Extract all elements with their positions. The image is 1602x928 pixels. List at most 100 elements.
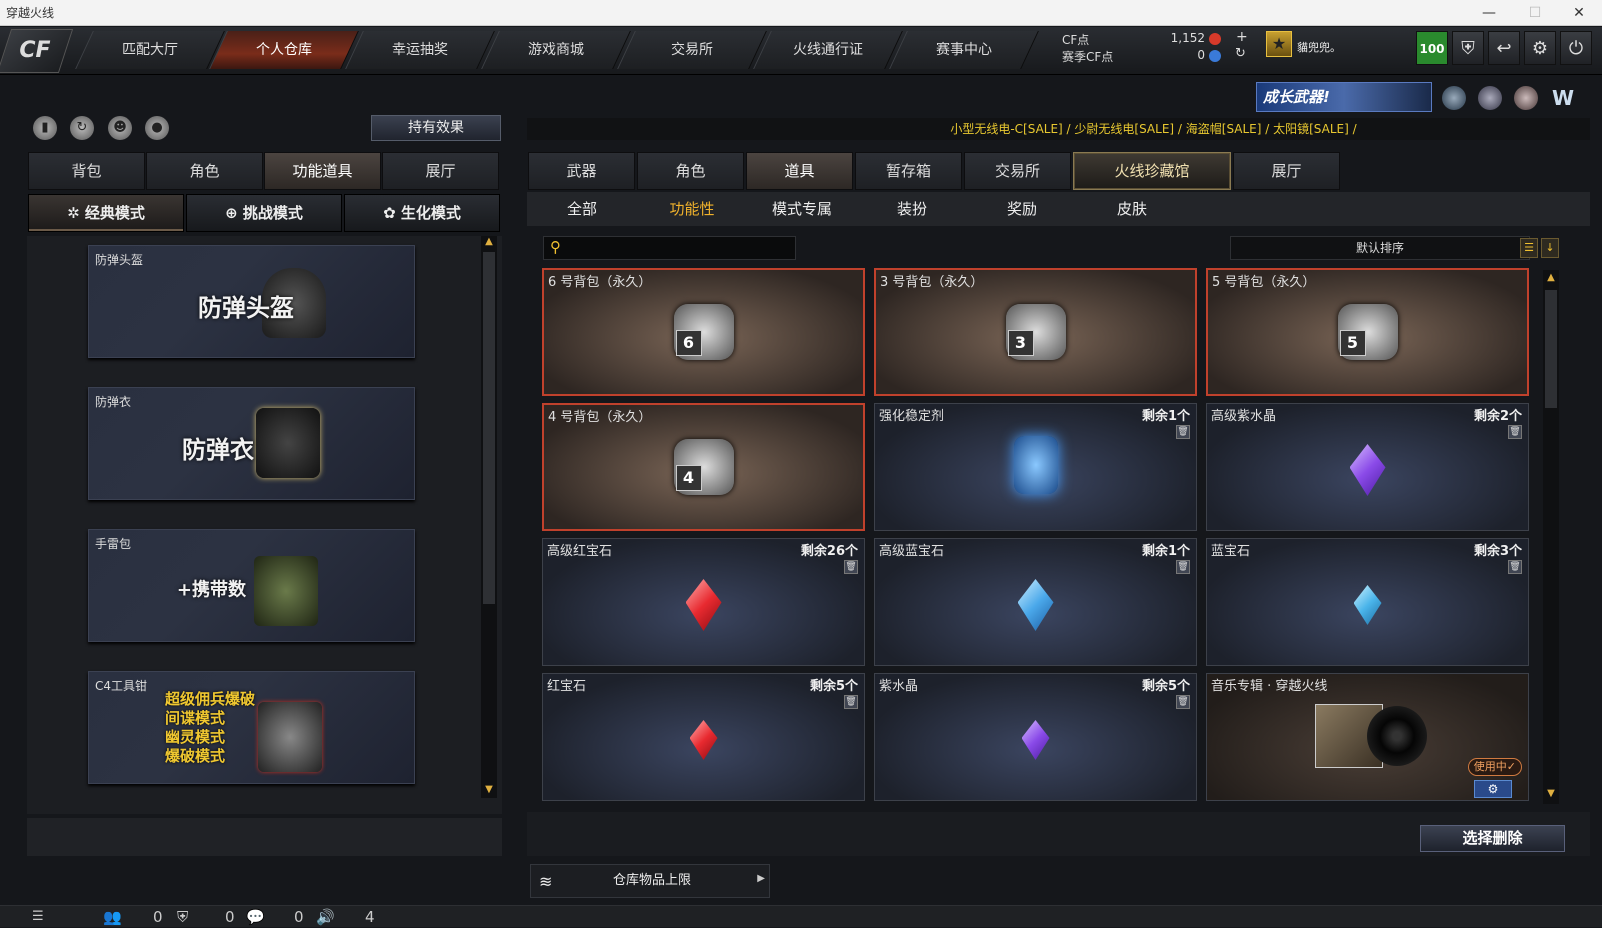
left-tab-showroom[interactable]: 展厅	[382, 152, 499, 190]
left-scrollbar[interactable]: ▲ ▼	[481, 236, 497, 798]
mode-tab-challenge[interactable]: ⊕ 挑战模式	[186, 194, 342, 232]
item-card-adv-ruby[interactable]: 高级红宝石 剩余26个 🗑	[542, 538, 865, 666]
mode-tab-classic[interactable]: ✲ 经典模式	[28, 194, 184, 232]
item-card-bag-4[interactable]: 4 号背包（永久） 4	[542, 403, 865, 531]
slot-card-c4-pliers[interactable]: C4工具钳 超级佣兵爆破 间谍模式 幽灵模式 爆破模式	[88, 671, 415, 784]
gear-icon[interactable]: ⚙	[1524, 31, 1556, 65]
cf-logo[interactable]: CF	[0, 29, 74, 73]
item-card-bag-6[interactable]: 6 号背包（永久） 6	[542, 268, 865, 396]
close-button[interactable]: ✕	[1556, 0, 1602, 26]
trash-icon[interactable]: 🗑	[844, 560, 858, 574]
item-card-sapphire[interactable]: 蓝宝石 剩余3个 🗑	[1206, 538, 1529, 666]
trash-icon[interactable]: 🗑	[1176, 425, 1190, 439]
promo-banner[interactable]: 成长武器!	[1256, 82, 1432, 112]
warehouse-capacity-bar[interactable]: ≋ 仓库物品上限 ▶	[530, 864, 770, 898]
emblem-icon[interactable]	[1442, 86, 1466, 110]
globe-icon[interactable]	[1478, 86, 1502, 110]
nav-tab-game-store[interactable]: 游戏商城	[481, 31, 631, 69]
item-card-ruby[interactable]: 红宝石 剩余5个 🗑	[542, 673, 865, 801]
scroll-up-arrow-icon[interactable]: ▲	[483, 236, 495, 248]
speaker-icon[interactable]: 🔊	[316, 906, 335, 928]
minimize-button[interactable]: —	[1466, 0, 1512, 26]
nav-tab-events[interactable]: 赛事中心	[889, 31, 1039, 69]
select-delete-button[interactable]: 选择删除	[1420, 825, 1565, 852]
subtab-all[interactable]: 全部	[527, 192, 637, 226]
sale-announcement[interactable]: 小型无线电-C[SALE] / 少尉无线电[SALE] / 海盗帽[SALE] …	[527, 118, 1590, 140]
item-card-amethyst[interactable]: 紫水晶 剩余5个 🗑	[874, 673, 1197, 801]
sort-direction-icon[interactable]: ↓	[1541, 238, 1559, 258]
menu-list-icon[interactable]: ☰	[32, 906, 44, 928]
expand-arrow-icon[interactable]: ▶	[757, 873, 765, 884]
scroll-down-arrow-icon[interactable]: ▼	[483, 784, 495, 796]
item-card-bag-5[interactable]: 5 号背包（永久） 5	[1206, 268, 1529, 396]
right-tab-storage[interactable]: 暂存箱	[855, 152, 962, 190]
nav-tab-battle-pass[interactable]: 火线通行证	[753, 31, 903, 69]
right-tab-items[interactable]: 道具	[746, 152, 853, 190]
sort-dropdown[interactable]: 默认排序	[1230, 236, 1530, 260]
subtab-skin[interactable]: 皮肤	[1077, 192, 1187, 226]
subtab-outfit[interactable]: 装扮	[857, 192, 967, 226]
scroll-down-arrow-icon[interactable]: ▼	[1545, 788, 1557, 800]
clan-shield-icon[interactable]: ⛨	[177, 906, 188, 928]
slot-art-text: 防弹头盔	[198, 293, 294, 322]
add-points-icon[interactable]: +	[1236, 29, 1248, 45]
item-card-stabilizer[interactable]: 强化稳定剂 剩余1个 🗑	[874, 403, 1197, 531]
level-badge[interactable]: 100	[1416, 31, 1448, 65]
shield-icon[interactable]: ⛨	[1452, 31, 1484, 65]
left-tab-backpack[interactable]: 背包	[28, 152, 145, 190]
maximize-button[interactable]: ☐	[1512, 0, 1558, 26]
right-tab-weapons[interactable]: 武器	[528, 152, 635, 190]
item-card-adv-sapphire[interactable]: 高级蓝宝石 剩余1个 🗑	[874, 538, 1197, 666]
return-icon[interactable]: ↩	[1488, 31, 1520, 65]
item-card-adv-amethyst[interactable]: 高级紫水晶 剩余2个 🗑	[1206, 403, 1529, 531]
subtab-reward[interactable]: 奖励	[967, 192, 1077, 226]
grenade-icon[interactable]: ●	[145, 116, 169, 140]
mode-tab-zombie[interactable]: ✿ 生化模式	[344, 194, 500, 232]
hold-effect-button[interactable]: 持有效果	[371, 115, 501, 141]
scroll-thumb[interactable]	[483, 252, 495, 604]
subtab-functional[interactable]: 功能性	[637, 192, 747, 226]
slot-card-armor[interactable]: 防弹衣 防弹衣	[88, 387, 415, 500]
stats-icon[interactable]: ▮	[33, 116, 57, 140]
search-box[interactable]: ⚲	[543, 236, 796, 260]
badge-icon[interactable]	[1514, 86, 1538, 110]
refresh-icon[interactable]: ↻	[1235, 46, 1246, 61]
right-tab-exchange[interactable]: 交易所	[964, 152, 1071, 190]
history-icon[interactable]: ↻	[70, 116, 94, 140]
item-count: 剩余1个	[1141, 544, 1190, 559]
friends-icon[interactable]: 👥	[103, 906, 122, 928]
right-tab-characters[interactable]: 角色	[637, 152, 744, 190]
search-input[interactable]	[570, 239, 790, 257]
user-name[interactable]: 貓兜兜。	[1297, 39, 1341, 55]
power-icon[interactable]: ⏻	[1560, 31, 1592, 65]
list-view-icon[interactable]: ☰	[1520, 238, 1538, 258]
settings-gear-icon[interactable]: ⚙	[1474, 780, 1512, 798]
trash-icon[interactable]: 🗑	[844, 695, 858, 709]
nav-tab-personal-warehouse[interactable]: 个人仓库	[209, 31, 359, 69]
item-count: 剩余5个	[809, 679, 858, 694]
armor-vest-icon	[256, 408, 320, 478]
subtab-mode-exclusive[interactable]: 模式专属	[747, 192, 857, 226]
trash-icon[interactable]: 🗑	[1176, 695, 1190, 709]
chat-bubble-icon[interactable]: 💬	[246, 906, 265, 928]
scroll-thumb[interactable]	[1545, 290, 1557, 408]
character-icon[interactable]: ☻	[108, 116, 132, 140]
nav-tab-exchange[interactable]: 交易所	[617, 31, 767, 69]
trash-icon[interactable]: 🗑	[1508, 560, 1522, 574]
rank-badge-icon[interactable]: ★	[1266, 31, 1292, 57]
left-tab-functional-items[interactable]: 功能道具	[264, 152, 381, 190]
nav-tab-match-lobby[interactable]: 匹配大厅	[75, 31, 225, 69]
right-tab-showroom[interactable]: 展厅	[1233, 152, 1340, 190]
item-card-music-album[interactable]: 音乐专辑 · 穿越火线 使用中✓ ⚙	[1206, 673, 1529, 801]
nav-tab-lucky-draw[interactable]: 幸运抽奖	[345, 31, 495, 69]
left-tab-character[interactable]: 角色	[146, 152, 263, 190]
slot-card-helmet[interactable]: 防弹头盔 防弹头盔	[88, 245, 415, 358]
trash-icon[interactable]: 🗑	[1508, 425, 1522, 439]
right-tab-collection-hall[interactable]: 火线珍藏馆	[1073, 152, 1231, 190]
trash-icon[interactable]: 🗑	[1176, 560, 1190, 574]
slot-card-grenade-pack[interactable]: 手雷包 +携带数	[88, 529, 415, 642]
item-card-bag-3[interactable]: 3 号背包（永久） 3	[874, 268, 1197, 396]
right-scrollbar[interactable]: ▲ ▼	[1543, 270, 1559, 804]
w-logo-icon[interactable]: W	[1550, 86, 1576, 110]
scroll-up-arrow-icon[interactable]: ▲	[1545, 272, 1557, 284]
